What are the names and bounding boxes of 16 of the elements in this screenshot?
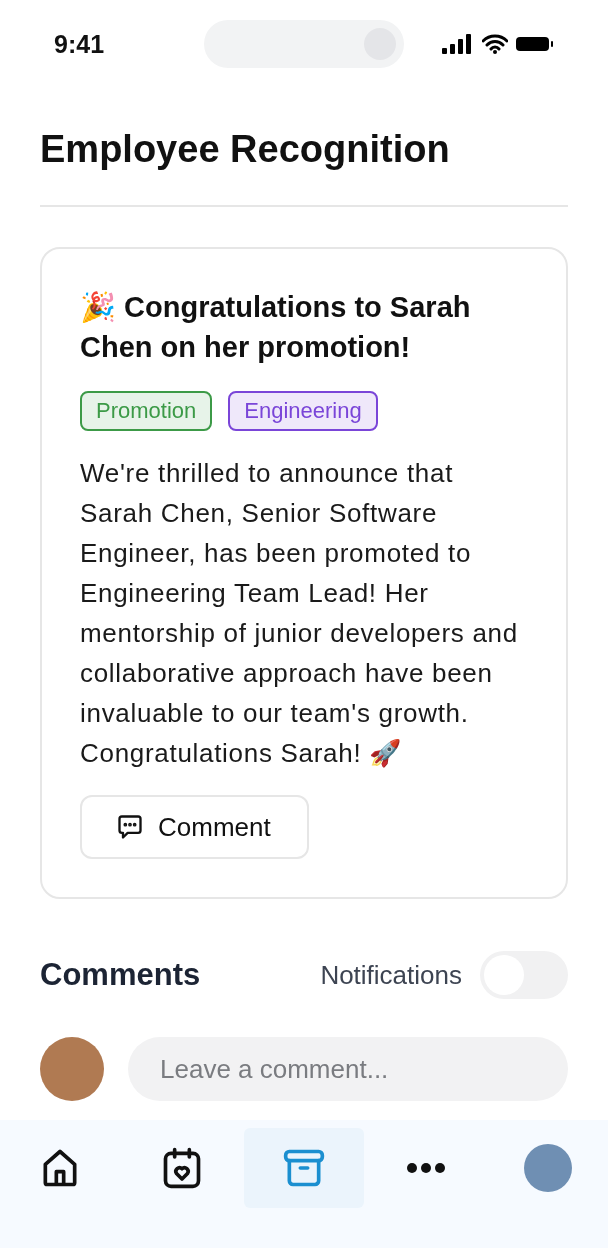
post-title: 🎉 Congratulations to Sarah Chen on her promotion! (80, 290, 472, 365)
notifications-label: Notifications (320, 959, 462, 991)
status-time: 9:41 (54, 29, 106, 59)
wifi-icon (482, 34, 508, 54)
signal-icon (442, 34, 474, 54)
tag: Promotion (80, 391, 213, 431)
page-title: Employee Recognition (40, 88, 568, 207)
post-body: We're thrilled to announce that Sarah Chen, Senior Software Engineer, has been promoted to Engineering Team Lead! Her mentorship of junior developers and collaborative approach have been invaluable to our team's growth. Congratulations Sarah! 🚀 (80, 457, 519, 770)
more-icon (406, 1162, 446, 1174)
comments-heading: Comments (40, 957, 201, 993)
chat-bubble-icon (116, 813, 144, 841)
comment-button[interactable]: Comment (80, 795, 309, 859)
tag: Engineering (228, 391, 378, 431)
profile-avatar (524, 1144, 572, 1192)
comment-input[interactable]: Leave a comment... (128, 1037, 568, 1101)
battery-icon (516, 36, 554, 52)
